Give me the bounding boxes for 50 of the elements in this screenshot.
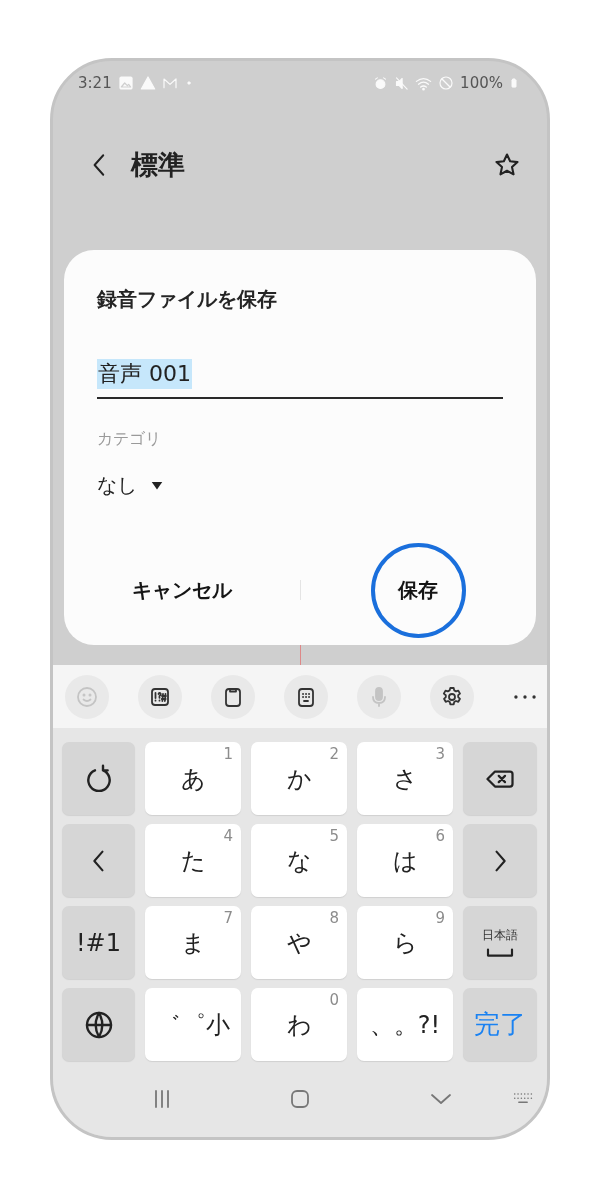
kana-key[interactable]: か 2 — [251, 742, 347, 815]
symbol-mode-key[interactable]: !#1 — [62, 906, 135, 979]
undo-key[interactable] — [62, 742, 135, 815]
emoji-icon — [75, 684, 99, 709]
backspace-key[interactable] — [463, 742, 537, 815]
key-number: 1 — [223, 745, 233, 763]
kana-key[interactable]: ら 9 — [357, 906, 453, 979]
key-number: 3 — [435, 745, 445, 763]
kana-key[interactable]: わ 0 — [251, 988, 347, 1061]
category-label: カテゴリ — [97, 429, 162, 450]
key-number: 7 — [223, 909, 233, 927]
blocked-icon — [438, 75, 455, 91]
mute-icon — [394, 75, 410, 91]
save-button[interactable]: 保存 — [370, 542, 466, 638]
warning-icon — [139, 75, 156, 91]
kana-key[interactable]: な 5 — [251, 824, 347, 897]
name-field[interactable]: 音声 001 — [97, 359, 503, 399]
language-key[interactable] — [62, 988, 135, 1061]
dialog-title: 録音ファイルを保存 — [97, 286, 278, 313]
image-icon — [117, 75, 134, 91]
cancel-button[interactable]: キャンセル — [121, 568, 242, 612]
key-number: 2 — [329, 745, 339, 763]
home-icon — [288, 1087, 312, 1111]
key-number: 4 — [223, 827, 233, 845]
kana-key[interactable]: さ 3 — [357, 742, 453, 815]
kana-key[interactable]: や 8 — [251, 906, 347, 979]
key-number: 6 — [435, 827, 445, 845]
symbols-tool-button[interactable] — [138, 674, 182, 719]
kana-key[interactable]: は 6 — [357, 824, 453, 897]
playhead-line — [299, 645, 301, 665]
kana-key[interactable]: あ 1 — [145, 742, 241, 815]
alarm-icon — [373, 75, 389, 91]
kana-key[interactable]: ま 7 — [145, 906, 241, 979]
status-time: 3:21 — [78, 74, 112, 92]
keypad-tool-button[interactable] — [284, 674, 328, 719]
kana-key[interactable]: ゛゜小 — [145, 988, 241, 1061]
key-number: 5 — [329, 827, 339, 845]
space-key[interactable]: 日本語 — [463, 906, 537, 979]
kana-key[interactable]: 、。?! — [357, 988, 453, 1061]
kana-key[interactable]: た 4 — [145, 824, 241, 897]
page-title: 標準 — [131, 148, 186, 182]
battery-percent: 100% — [460, 74, 503, 92]
category-dropdown[interactable]: なし — [97, 472, 165, 499]
key-number: 8 — [329, 909, 339, 927]
more-icon — [514, 694, 536, 699]
key-number: 9 — [435, 909, 445, 927]
key-number: 0 — [329, 991, 339, 1009]
key-label: 日本語 — [482, 927, 518, 944]
settings-tool-button[interactable] — [430, 674, 474, 719]
clipboard-tool-button[interactable] — [211, 674, 255, 719]
